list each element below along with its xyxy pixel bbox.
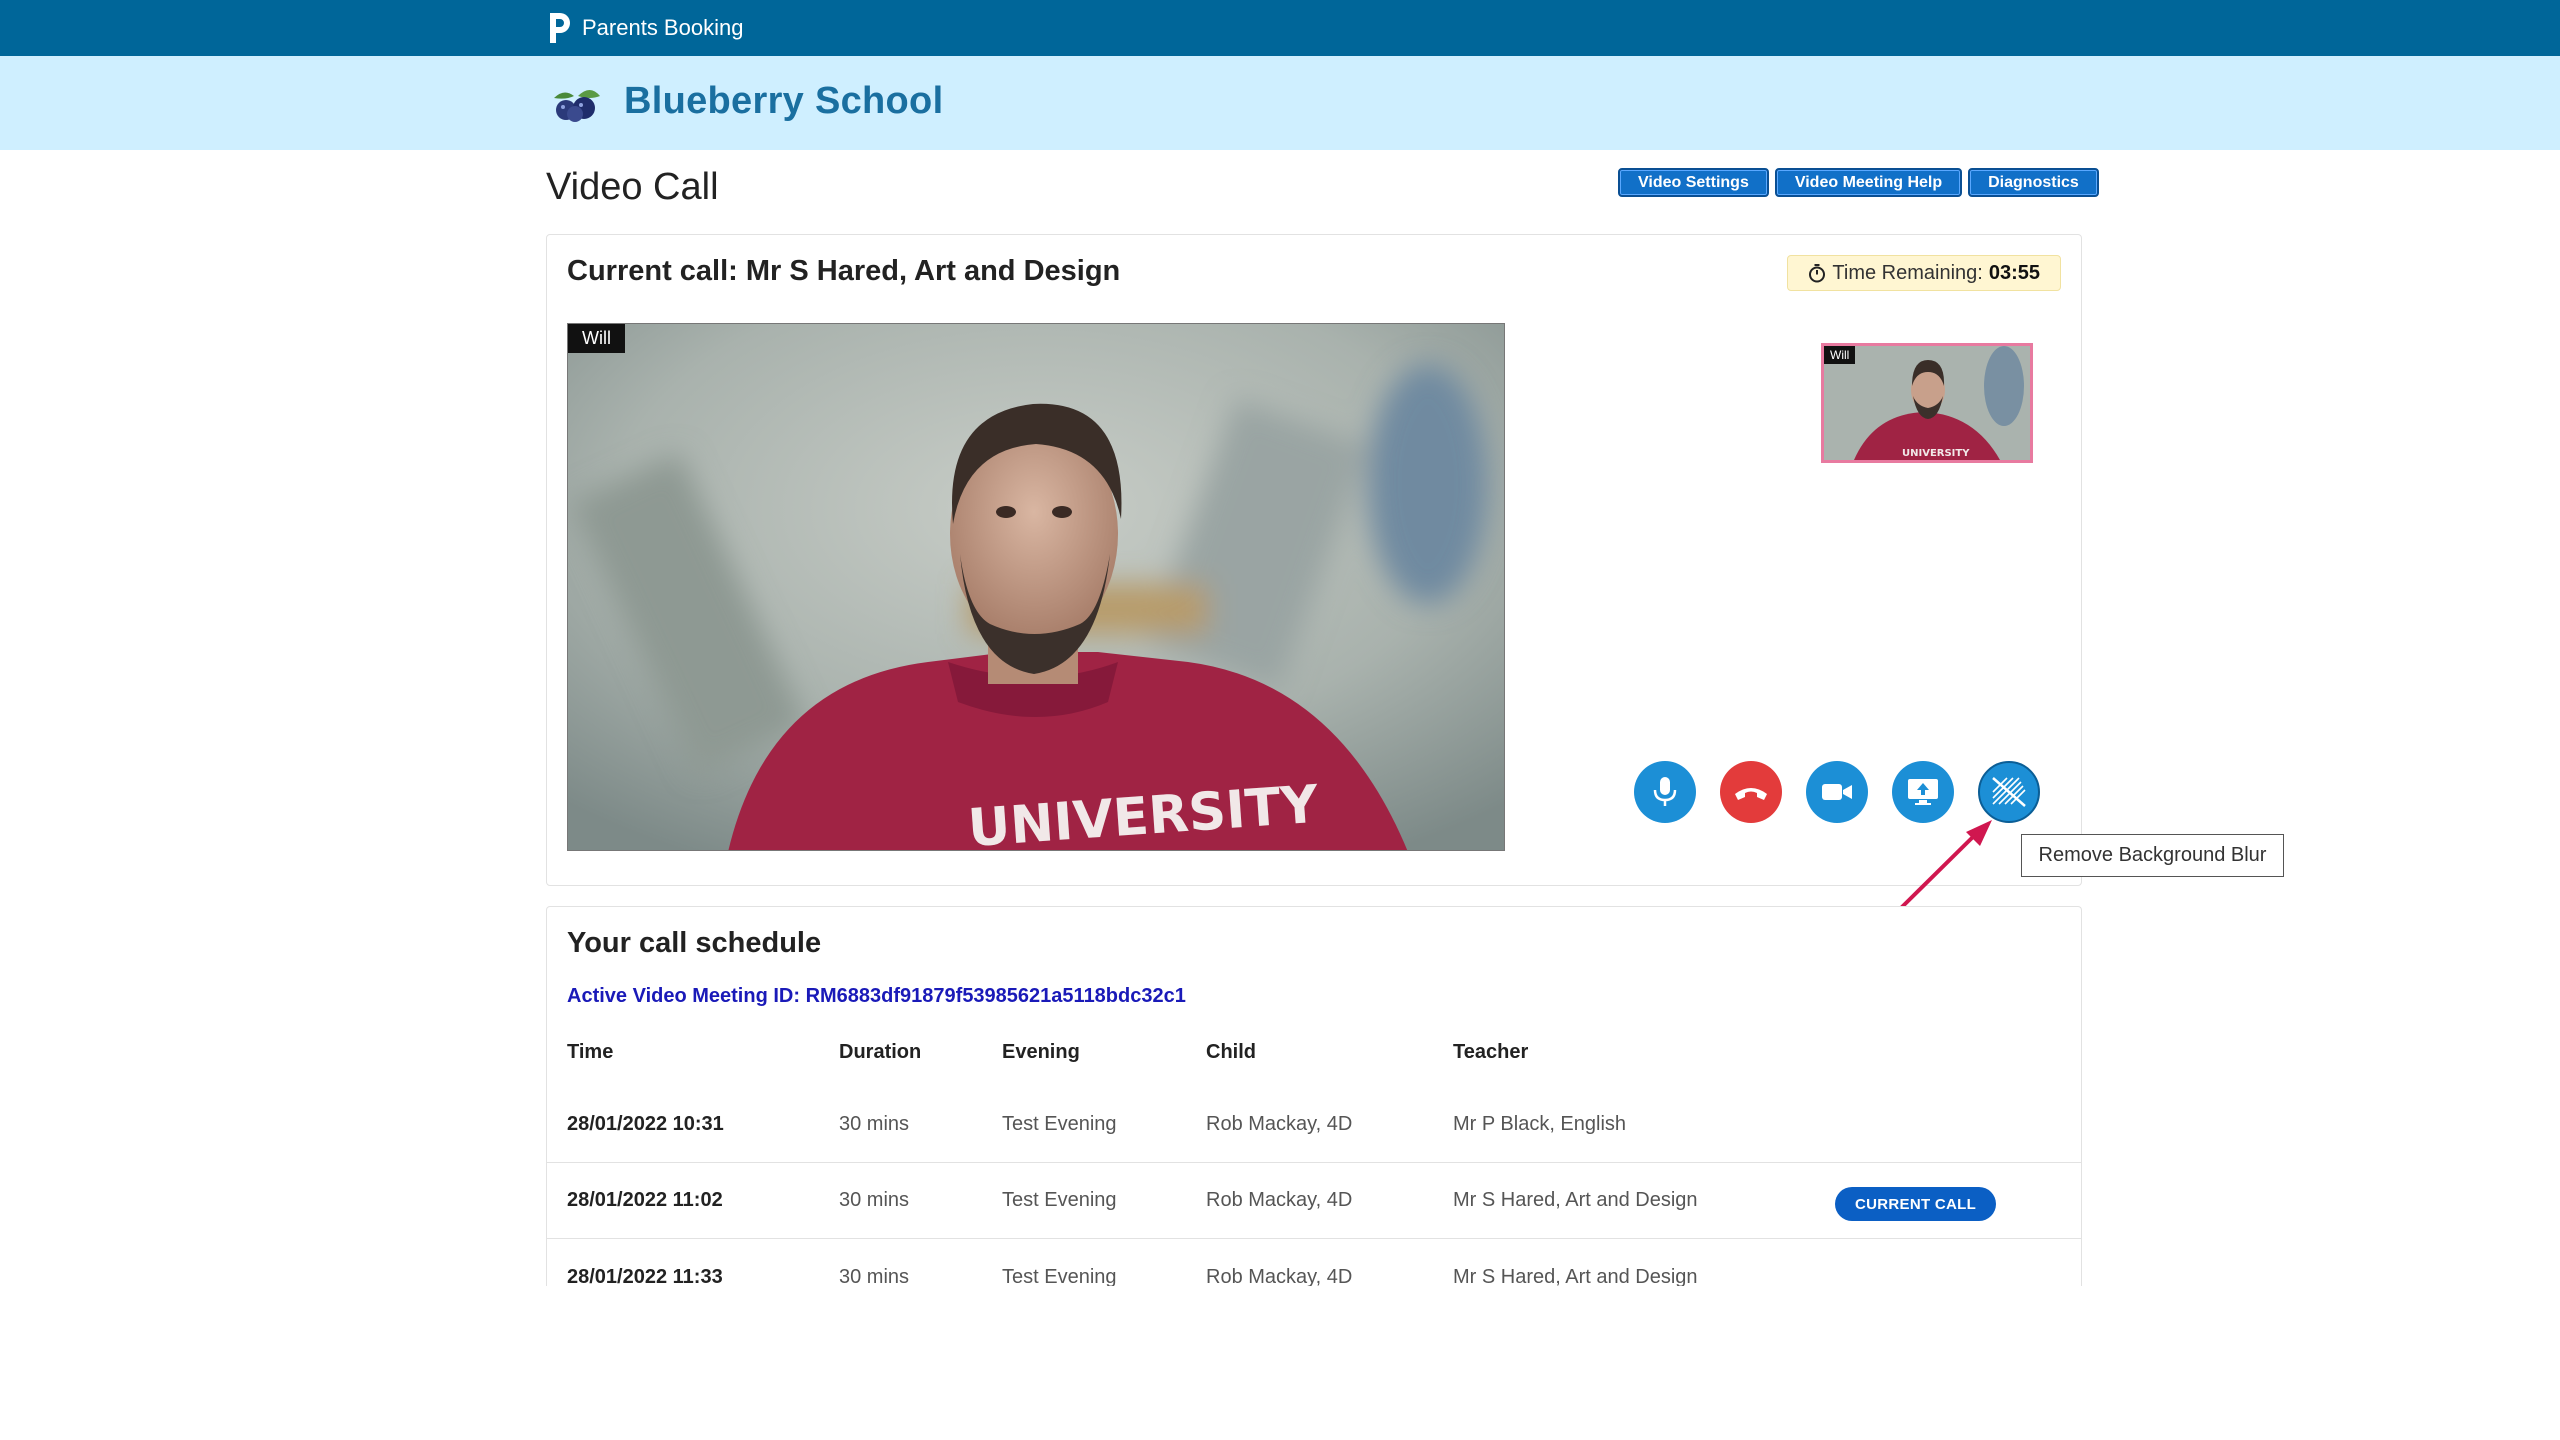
row-child: Rob Mackay, 4D [1206, 1189, 1353, 1211]
screen-share-icon [1908, 779, 1938, 805]
meeting-id: Active Video Meeting ID: RM6883df91879f5… [567, 985, 1186, 1007]
self-preview-video[interactable]: Will UNIVERSITY [1821, 343, 2033, 463]
svg-text:UNIVERSITY: UNIVERSITY [1902, 448, 1970, 459]
video-settings-button[interactable]: Video Settings [1618, 168, 1769, 197]
time-remaining-badge: Time Remaining: 03:55 [1787, 255, 2061, 291]
schedule-table-header: Time Duration Evening Child Teacher [567, 1037, 2067, 1067]
row-teacher: Mr P Black, English [1453, 1113, 1627, 1135]
column-header-duration: Duration [839, 1040, 922, 1063]
microphone-button[interactable] [1634, 761, 1696, 823]
self-preview-label: Will [1824, 346, 1856, 364]
remote-video-label: Will [568, 324, 625, 353]
camera-button[interactable] [1806, 761, 1868, 823]
row-child: Rob Mackay, 4D [1206, 1265, 1353, 1287]
background-blur-button[interactable] [1978, 761, 2040, 823]
column-header-time: Time [567, 1040, 614, 1063]
hang-up-button[interactable] [1720, 761, 1782, 823]
page-title: Video Call [546, 166, 719, 208]
top-bar: Parents Booking [0, 0, 2560, 56]
remote-video: Will UNIVERSITY [567, 323, 1505, 851]
column-header-teacher: Teacher [1453, 1040, 1529, 1063]
diagnostics-button[interactable]: Diagnostics [1968, 168, 2099, 197]
call-schedule-title: Your call schedule [567, 927, 822, 959]
call-controls [1634, 761, 2040, 823]
background-blur-tooltip: Remove Background Blur [2021, 834, 2284, 877]
video-meeting-help-button[interactable]: Video Meeting Help [1774, 168, 1963, 197]
row-teacher: Mr S Hared, Art and Design [1453, 1189, 1698, 1211]
school-name: Blueberry School [624, 80, 944, 122]
stopwatch-icon [1809, 264, 1826, 283]
row-duration: 30 mins [839, 1113, 910, 1135]
row-child: Rob Mackay, 4D [1206, 1113, 1353, 1135]
row-duration: 30 mins [839, 1265, 910, 1287]
column-header-child: Child [1206, 1040, 1256, 1063]
call-schedule-panel: Your call schedule Active Video Meeting … [546, 906, 2082, 1286]
school-header [0, 56, 2560, 150]
background-blur-off-icon [1992, 777, 2026, 807]
brand[interactable]: Parents Booking [546, 10, 743, 46]
table-row: 28/01/2022 10:31 30 mins Test Evening Ro… [547, 1087, 2081, 1163]
row-time: 28/01/2022 11:02 [567, 1189, 723, 1211]
hang-up-icon [1735, 788, 1767, 800]
row-evening: Test Evening [1002, 1189, 1117, 1211]
participant-video-image: UNIVERSITY [568, 324, 1504, 850]
table-row: 28/01/2022 11:02 30 mins Test Evening Ro… [547, 1163, 2081, 1239]
time-remaining-value: 03:55 [1988, 261, 2040, 284]
row-evening: Test Evening [1002, 1113, 1117, 1135]
row-duration: 30 mins [839, 1189, 910, 1211]
row-time: 28/01/2022 11:33 [567, 1265, 723, 1287]
column-header-evening: Evening [1002, 1040, 1080, 1063]
screen-share-button[interactable] [1892, 761, 1954, 823]
row-evening: Test Evening [1002, 1265, 1117, 1287]
microphone-icon [1653, 777, 1677, 806]
row-time: 28/01/2022 10:31 [567, 1113, 724, 1135]
blueberry-logo-icon [554, 90, 600, 122]
time-remaining-label: Time Remaining: [1832, 261, 1983, 284]
current-call-title: Current call: Mr S Hared, Art and Design [567, 255, 1121, 287]
current-call-badge[interactable]: CURRENT CALL [1835, 1187, 1997, 1221]
camera-icon [1822, 784, 1852, 800]
current-call-panel: Current call: Mr S Hared, Art and Design… [546, 234, 2082, 886]
parents-booking-logo-icon [550, 13, 570, 43]
help-button-group: Video Settings Video Meeting Help Diagno… [1618, 168, 2099, 197]
table-row: 28/01/2022 11:33 30 mins Test Evening Ro… [547, 1239, 2081, 1287]
brand-name: Parents Booking [582, 15, 744, 40]
row-teacher: Mr S Hared, Art and Design [1453, 1265, 1698, 1287]
